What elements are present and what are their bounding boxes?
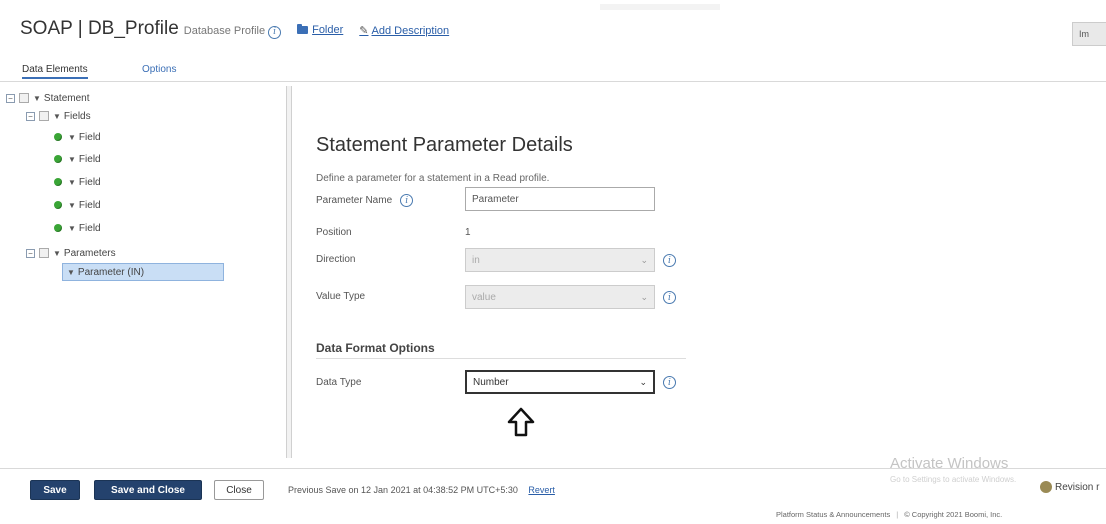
direction-value: in — [472, 254, 480, 266]
platform-status-link[interactable]: Platform Status & Announcements — [776, 510, 890, 519]
copyright-text: © Copyright 2021 Boomi, Inc. — [904, 510, 1003, 519]
folder-link-label: Folder — [312, 24, 344, 36]
caret-down-icon: ▼ — [33, 93, 41, 103]
footer-bar: Save Save and Close Close Previous Save … — [0, 455, 1106, 506]
data-type-select[interactable]: Number ⌄ — [465, 370, 655, 394]
collapse-icon[interactable]: − — [26, 248, 35, 258]
parameter-name-label-text: Parameter Name — [316, 195, 393, 206]
tab-options[interactable]: Options — [142, 64, 176, 75]
collapse-icon[interactable]: − — [26, 111, 35, 121]
pencil-icon: ✎ — [359, 25, 369, 37]
tab-data-elements[interactable]: Data Elements — [22, 64, 88, 79]
node-icon — [39, 111, 49, 121]
tree-node-label: Field — [78, 222, 101, 234]
top-right-button[interactable]: Im — [1072, 22, 1106, 46]
title-row: SOAP | DB_Profile Database Profile i Fol… — [20, 18, 449, 40]
page-subtitle: Database Profile — [183, 25, 266, 37]
save-and-close-button[interactable]: Save and Close — [94, 480, 202, 500]
caret-down-icon: ▼ — [68, 154, 76, 164]
tree-node-label: Fields — [63, 110, 91, 122]
bottom-links: Platform Status & Announcements | © Copyri… — [776, 510, 1002, 519]
tree-node-label: Field — [78, 153, 101, 165]
chevron-down-icon: ⌄ — [640, 254, 648, 265]
field-dot-icon — [54, 224, 62, 232]
tree-node-field[interactable]: ▼ Field — [54, 151, 101, 167]
tree-node-label: Field — [78, 176, 101, 188]
tree-node-label: Statement — [43, 92, 90, 104]
chevron-down-icon: ⌄ — [639, 376, 647, 387]
save-button[interactable]: Save — [30, 480, 80, 500]
field-dot-icon — [54, 133, 62, 141]
tab-bar: Data Elements Options — [0, 60, 1106, 82]
info-icon[interactable]: i — [663, 291, 676, 304]
tree-node-statement[interactable]: − ▼ Statement — [6, 90, 90, 106]
tree-node-field[interactable]: ▼ Field — [54, 129, 101, 145]
field-dot-icon — [54, 155, 62, 163]
section-divider — [316, 358, 686, 359]
collapse-icon[interactable]: − — [6, 93, 15, 103]
separator: | — [896, 510, 899, 519]
direction-label: Direction — [316, 254, 356, 265]
info-icon[interactable]: i — [400, 194, 414, 207]
tree-node-label: Field — [78, 199, 101, 211]
caret-down-icon: ▼ — [53, 111, 61, 121]
position-value: 1 — [465, 227, 471, 238]
folder-link[interactable]: Folder — [297, 24, 343, 36]
tree-node-label: Parameter (IN) — [77, 266, 145, 278]
tree-node-field[interactable]: ▼ Field — [54, 197, 101, 213]
bottom-strip: Platform Status & Announcements | © Copyri… — [0, 506, 1106, 524]
revert-link[interactable]: Revert — [528, 485, 555, 495]
data-type-label: Data Type — [316, 377, 362, 388]
tree-node-label: Parameters — [63, 247, 116, 259]
value-type-value: value — [472, 291, 496, 303]
details-panel: Statement Parameter Details Define a par… — [292, 86, 1106, 458]
chevron-down-icon: ⌄ — [640, 291, 648, 302]
node-icon — [19, 93, 29, 103]
caret-down-icon: ▼ — [68, 223, 76, 233]
activate-windows-watermark: Activate Windows — [890, 455, 1009, 472]
folder-icon — [297, 24, 309, 34]
caret-down-icon: ▼ — [68, 177, 76, 187]
previous-save-info: Previous Save on 12 Jan 2021 at 04:38:52… — [288, 485, 555, 495]
close-button[interactable]: Close — [214, 480, 264, 500]
caret-down-icon: ▼ — [68, 132, 76, 142]
tree-node-field[interactable]: ▼ Field — [54, 174, 101, 190]
node-icon — [39, 248, 49, 258]
position-label: Position — [316, 227, 352, 238]
activate-windows-subtext: Go to Settings to activate Windows. — [890, 475, 1017, 484]
caret-down-icon: ▼ — [67, 267, 75, 277]
details-description: Define a parameter for a statement in a … — [316, 173, 550, 184]
parameter-name-label: Parameter Name i — [316, 194, 414, 207]
tree-node-field[interactable]: ▼ Field — [54, 220, 101, 236]
field-dot-icon — [54, 201, 62, 209]
caret-down-icon: ▼ — [68, 200, 76, 210]
parameter-name-input[interactable]: Parameter — [465, 187, 655, 211]
page-title: SOAP | DB_Profile — [20, 18, 179, 39]
add-description-label: Add Description — [371, 24, 450, 37]
page-header: SOAP | DB_Profile Database Profile i Fol… — [0, 0, 1106, 52]
tree-node-parameters[interactable]: − ▼ Parameters — [26, 245, 116, 261]
header-band — [600, 4, 720, 10]
info-icon[interactable]: i — [663, 376, 676, 389]
info-icon[interactable]: i — [268, 25, 282, 39]
data-elements-tree: − ▼ Statement − ▼ Fields ▼ Field ▼ Field… — [0, 86, 286, 458]
add-description-link[interactable]: ✎ Add Description — [359, 24, 450, 38]
value-type-label: Value Type — [316, 291, 366, 302]
tree-node-fields[interactable]: − ▼ Fields — [26, 108, 91, 124]
revision-icon — [1040, 481, 1052, 493]
up-arrow-icon — [507, 407, 535, 437]
previous-save-text: Previous Save on 12 Jan 2021 at 04:38:52… — [288, 485, 518, 495]
revision-label: Revision r — [1055, 481, 1100, 493]
revision-link[interactable]: Revision r — [1040, 481, 1099, 493]
tree-node-parameter-in[interactable]: ▼ Parameter (IN) — [62, 263, 224, 281]
field-dot-icon — [54, 178, 62, 186]
data-type-value: Number — [473, 376, 509, 388]
direction-select[interactable]: in ⌄ — [465, 248, 655, 272]
info-icon[interactable]: i — [663, 254, 676, 267]
caret-down-icon: ▼ — [53, 248, 61, 258]
section-heading: Data Format Options — [316, 341, 435, 355]
tree-node-label: Field — [78, 131, 101, 143]
value-type-select[interactable]: value ⌄ — [465, 285, 655, 309]
details-title: Statement Parameter Details — [316, 134, 573, 156]
